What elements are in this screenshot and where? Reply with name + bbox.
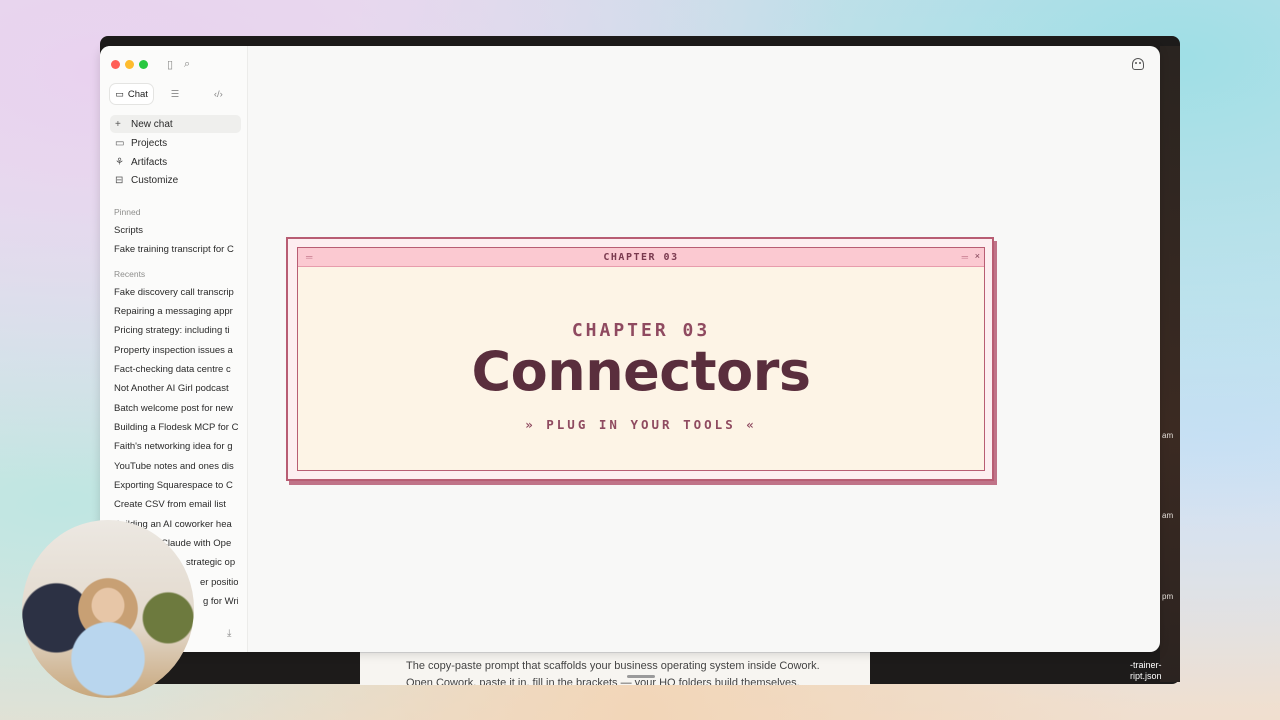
list-item[interactable]: Create CSV from email list — [114, 499, 238, 510]
sidebar-item-customize[interactable]: ⊟ Customize — [110, 171, 241, 189]
list-item[interactable]: Fact-checking data centre c — [114, 364, 238, 375]
close-window-button[interactable] — [111, 60, 120, 69]
menu-lines-icon: ═ — [306, 252, 313, 262]
list-item[interactable]: Claude with Ope — [161, 538, 238, 549]
list-item[interactable]: YouTube notes and ones dis — [114, 461, 238, 472]
pinned-item[interactable]: Fake training transcript for C — [114, 244, 238, 255]
background-file-line-1: -trainer- — [1130, 660, 1162, 670]
presenter-webcam — [22, 520, 194, 698]
tab-tasks[interactable]: ☰ — [153, 84, 196, 104]
list-item[interactable]: Property inspection issues a — [114, 345, 238, 356]
chapter-subtitle: » PLUG IN YOUR TOOLS « — [525, 417, 757, 432]
sidebar-item-label: Projects — [131, 137, 168, 149]
chapter-card-window: ═ CHAPTER 03 ═ × CHAPTER 03 Connectors »… — [297, 247, 985, 471]
tasks-icon: ☰ — [170, 88, 180, 100]
background-time-2: am — [1162, 511, 1174, 520]
chapter-card-titlebar: ═ CHAPTER 03 ═ × — [298, 248, 984, 267]
code-icon: ‹/› — [213, 88, 223, 100]
list-item[interactable]: Not Another AI Girl podcast — [114, 383, 238, 394]
chapter-title: Connectors — [471, 340, 811, 403]
sidebar-item-label: Artifacts — [131, 156, 168, 168]
list-item[interactable]: Exporting Squarespace to C — [114, 480, 238, 491]
titlebar-title: CHAPTER 03 — [603, 251, 679, 263]
new-chat-button[interactable]: + New chat — [110, 115, 241, 133]
minimize-window-button[interactable] — [125, 60, 134, 69]
claude-app-window: ▯ ⌕ ▭ Chat ☰ ‹/› + New chat ▭ Projects ⚘… — [100, 46, 1160, 652]
tab-chat-label: Chat — [127, 88, 148, 100]
list-item[interactable]: Batch welcome post for new — [114, 403, 238, 414]
maximize-window-button[interactable] — [139, 60, 148, 69]
download-icon[interactable]: ⤓ — [227, 628, 231, 639]
background-file-line-2: ript.json — [1130, 671, 1162, 681]
background-window-strip — [1160, 46, 1180, 682]
pinned-heading: Pinned — [114, 207, 141, 217]
chapter-card: ═ CHAPTER 03 ═ × CHAPTER 03 Connectors »… — [286, 237, 994, 481]
list-item[interactable]: Faith's networking idea for g — [114, 441, 238, 452]
close-icon: × — [974, 251, 980, 261]
background-file-label: -trainer- ript.json — [1130, 660, 1162, 682]
background-document: The copy-paste prompt that scaffolds you… — [360, 652, 870, 685]
sidebar-toggle-icon[interactable]: ▯ — [167, 58, 173, 71]
background-doc-line-1: The copy-paste prompt that scaffolds you… — [406, 660, 820, 672]
list-item[interactable]: er position — [200, 577, 238, 588]
tab-chat[interactable]: ▭ Chat — [110, 84, 154, 104]
background-time-3: pm — [1162, 592, 1174, 601]
menu-lines-icon: ═ — [961, 252, 968, 262]
pinned-item[interactable]: Scripts — [114, 225, 238, 236]
sidebar-item-projects[interactable]: ▭ Projects — [110, 134, 241, 152]
sidebar-item-artifacts[interactable]: ⚘ Artifacts — [110, 153, 241, 171]
list-item[interactable]: Repairing a messaging appr — [114, 306, 238, 317]
background-time-1: am — [1162, 431, 1174, 440]
incognito-ghost-icon[interactable] — [1132, 58, 1144, 70]
recents-heading: Recents — [114, 269, 146, 279]
sidebar-item-label: Customize — [131, 174, 179, 186]
list-item[interactable]: g for Wrig — [203, 596, 238, 607]
chapter-number: CHAPTER 03 — [571, 320, 711, 341]
folder-icon: ▭ — [115, 137, 125, 149]
new-chat-label: New chat — [131, 118, 173, 130]
briefcase-icon: ⊟ — [115, 174, 124, 186]
list-item[interactable]: Building a Flodesk MCP for C — [114, 422, 238, 433]
drag-handle[interactable] — [627, 675, 655, 678]
artifacts-icon: ⚘ — [115, 156, 124, 168]
list-item[interactable]: Fake discovery call transcrip — [114, 287, 238, 298]
plus-icon: + — [115, 118, 121, 130]
mode-tabs: ▭ Chat ☰ ‹/› — [110, 84, 240, 104]
tab-code[interactable]: ‹/› — [197, 84, 240, 104]
search-icon[interactable]: ⌕ — [184, 58, 190, 71]
chat-icon: ▭ — [115, 88, 124, 99]
list-item[interactable]: strategic op — [186, 557, 238, 568]
list-item[interactable]: Pricing strategy: including ti — [114, 325, 238, 336]
